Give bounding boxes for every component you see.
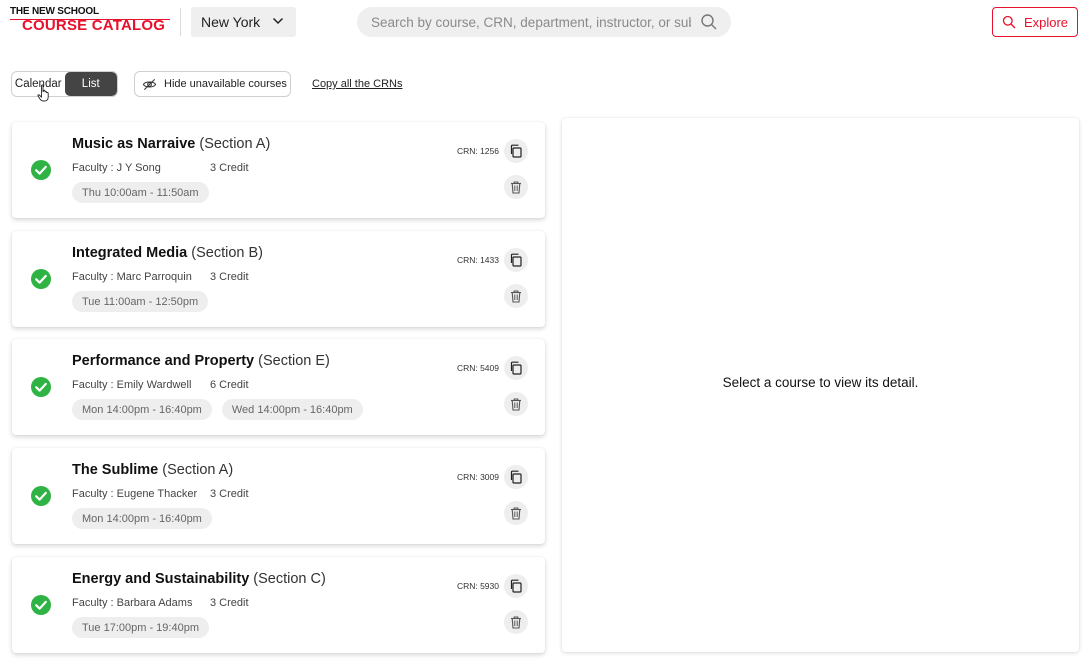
course-card[interactable]: Integrated Media (Section B) Faculty : Ma… xyxy=(12,231,545,327)
copy-icon xyxy=(509,361,523,375)
meeting-times: Mon 14:00pm - 16:40pm xyxy=(72,508,212,529)
course-card[interactable]: Performance and Property (Section E) Facu… xyxy=(12,339,545,435)
course-credit: 6 Credit xyxy=(210,379,249,391)
meeting-times: Mon 14:00pm - 16:40pm Wed 14:00pm - 16:40… xyxy=(72,399,363,420)
copy-crn-button[interactable] xyxy=(504,465,528,489)
search-bar xyxy=(357,7,731,37)
course-crn: CRN: 3009 xyxy=(456,472,499,482)
logo-top-text: THE NEW SCHOOL xyxy=(10,6,99,17)
course-section: (Section A) xyxy=(162,462,234,478)
header-divider xyxy=(180,8,181,36)
meeting-time-pill: Mon 14:00pm - 16:40pm xyxy=(72,508,212,529)
course-crn: CRN: 1433 xyxy=(456,255,499,265)
copy-icon xyxy=(509,470,523,484)
course-card[interactable]: Music as Narraive (Section A) Faculty : J… xyxy=(12,122,545,218)
course-credit: 3 Credit xyxy=(210,162,249,174)
course-title: Music as Narraive (Section A) xyxy=(72,136,270,152)
course-faculty: Faculty : Eugene Thacker xyxy=(72,488,198,500)
course-name: The Sublime xyxy=(72,462,159,478)
trash-icon xyxy=(509,615,523,629)
check-circle-icon xyxy=(31,160,51,180)
eye-slash-icon xyxy=(142,78,157,90)
explore-label: Explore xyxy=(1023,14,1069,30)
hide-unavailable-button[interactable]: Hide unavailable courses xyxy=(134,71,291,97)
copy-icon xyxy=(509,253,523,267)
check-circle-icon xyxy=(31,486,51,506)
course-credit: 3 Credit xyxy=(210,271,249,283)
course-name: Energy and Sustainability xyxy=(72,571,250,587)
course-section: (Section B) xyxy=(191,245,263,261)
view-toggle: Calendar List xyxy=(11,71,118,97)
remove-course-button[interactable] xyxy=(504,501,528,525)
copy-crn-button[interactable] xyxy=(504,139,528,163)
course-crn: CRN: 5930 xyxy=(456,581,499,591)
chevron-down-icon xyxy=(272,17,284,25)
copy-all-crns-link[interactable]: Copy all the CRNs xyxy=(312,78,402,90)
meeting-time-pill: Mon 14:00pm - 16:40pm xyxy=(72,399,212,420)
course-credit: 3 Credit xyxy=(210,488,249,500)
search-icon xyxy=(1002,15,1016,29)
course-section: (Section C) xyxy=(253,571,326,587)
check-circle-icon xyxy=(31,269,51,289)
meeting-times: Tue 17:00pm - 19:40pm xyxy=(72,617,209,638)
meeting-time-pill: Wed 14:00pm - 16:40pm xyxy=(221,399,363,420)
remove-course-button[interactable] xyxy=(504,610,528,634)
course-credit: 3 Credit xyxy=(210,597,249,609)
meeting-time-pill: Tue 17:00pm - 19:40pm xyxy=(72,617,209,638)
meeting-times: Tue 11:00am - 12:50pm xyxy=(72,291,209,312)
course-crn: CRN: 5409 xyxy=(456,363,499,373)
course-name: Performance and Property xyxy=(72,353,255,369)
view-option-list[interactable]: List xyxy=(64,72,117,96)
copy-icon xyxy=(509,144,523,158)
course-name: Integrated Media xyxy=(72,245,188,261)
copy-crn-button[interactable] xyxy=(504,248,528,272)
trash-icon xyxy=(509,397,523,411)
course-faculty: Faculty : Barbara Adams xyxy=(72,597,193,609)
search-icon[interactable] xyxy=(700,13,718,31)
course-card[interactable]: The Sublime (Section A) Faculty : Eugene … xyxy=(12,448,545,544)
course-title: Energy and Sustainability (Section C) xyxy=(72,571,326,587)
search-input[interactable] xyxy=(371,14,691,30)
check-circle-icon xyxy=(31,377,51,397)
course-faculty: Faculty : J Y Song xyxy=(72,162,161,174)
detail-empty-message: Select a course to view its detail. xyxy=(722,375,919,390)
logo[interactable]: THE NEW SCHOOL COURSE CATALOG xyxy=(10,6,170,34)
trash-icon xyxy=(509,180,523,194)
course-title: The Sublime (Section A) xyxy=(72,462,233,478)
trash-icon xyxy=(509,289,523,303)
meeting-times: Thu 10:00am - 11:50am xyxy=(72,182,209,203)
course-title: Integrated Media (Section B) xyxy=(72,245,263,261)
course-crn: CRN: 1256 xyxy=(456,146,499,156)
course-section: (Section E) xyxy=(258,353,330,369)
course-detail-panel: Select a course to view its detail. xyxy=(562,118,1079,652)
campus-select[interactable]: New York xyxy=(191,7,296,37)
course-faculty: Faculty : Emily Wardwell xyxy=(72,379,192,391)
copy-crn-button[interactable] xyxy=(504,356,528,380)
course-card[interactable]: Energy and Sustainability (Section C) Fac… xyxy=(12,557,545,653)
course-faculty: Faculty : Marc Parroquin xyxy=(72,271,192,283)
remove-course-button[interactable] xyxy=(504,284,528,308)
meeting-time-pill: Tue 11:00am - 12:50pm xyxy=(72,291,209,312)
remove-course-button[interactable] xyxy=(504,392,528,416)
explore-button[interactable]: Explore xyxy=(992,7,1078,37)
logo-main-text: COURSE CATALOG xyxy=(22,17,166,34)
hide-unavailable-label: Hide unavailable courses xyxy=(164,78,287,90)
copy-crn-button[interactable] xyxy=(504,574,528,598)
meeting-time-pill: Thu 10:00am - 11:50am xyxy=(72,182,209,203)
course-name: Music as Narraive xyxy=(72,136,196,152)
trash-icon xyxy=(509,506,523,520)
course-section: (Section A) xyxy=(199,136,271,152)
copy-icon xyxy=(509,579,523,593)
course-title: Performance and Property (Section E) xyxy=(72,353,330,369)
campus-select-value: New York xyxy=(201,14,261,30)
check-circle-icon xyxy=(31,595,51,615)
remove-course-button[interactable] xyxy=(504,175,528,199)
hand-pointer-icon xyxy=(37,84,49,102)
